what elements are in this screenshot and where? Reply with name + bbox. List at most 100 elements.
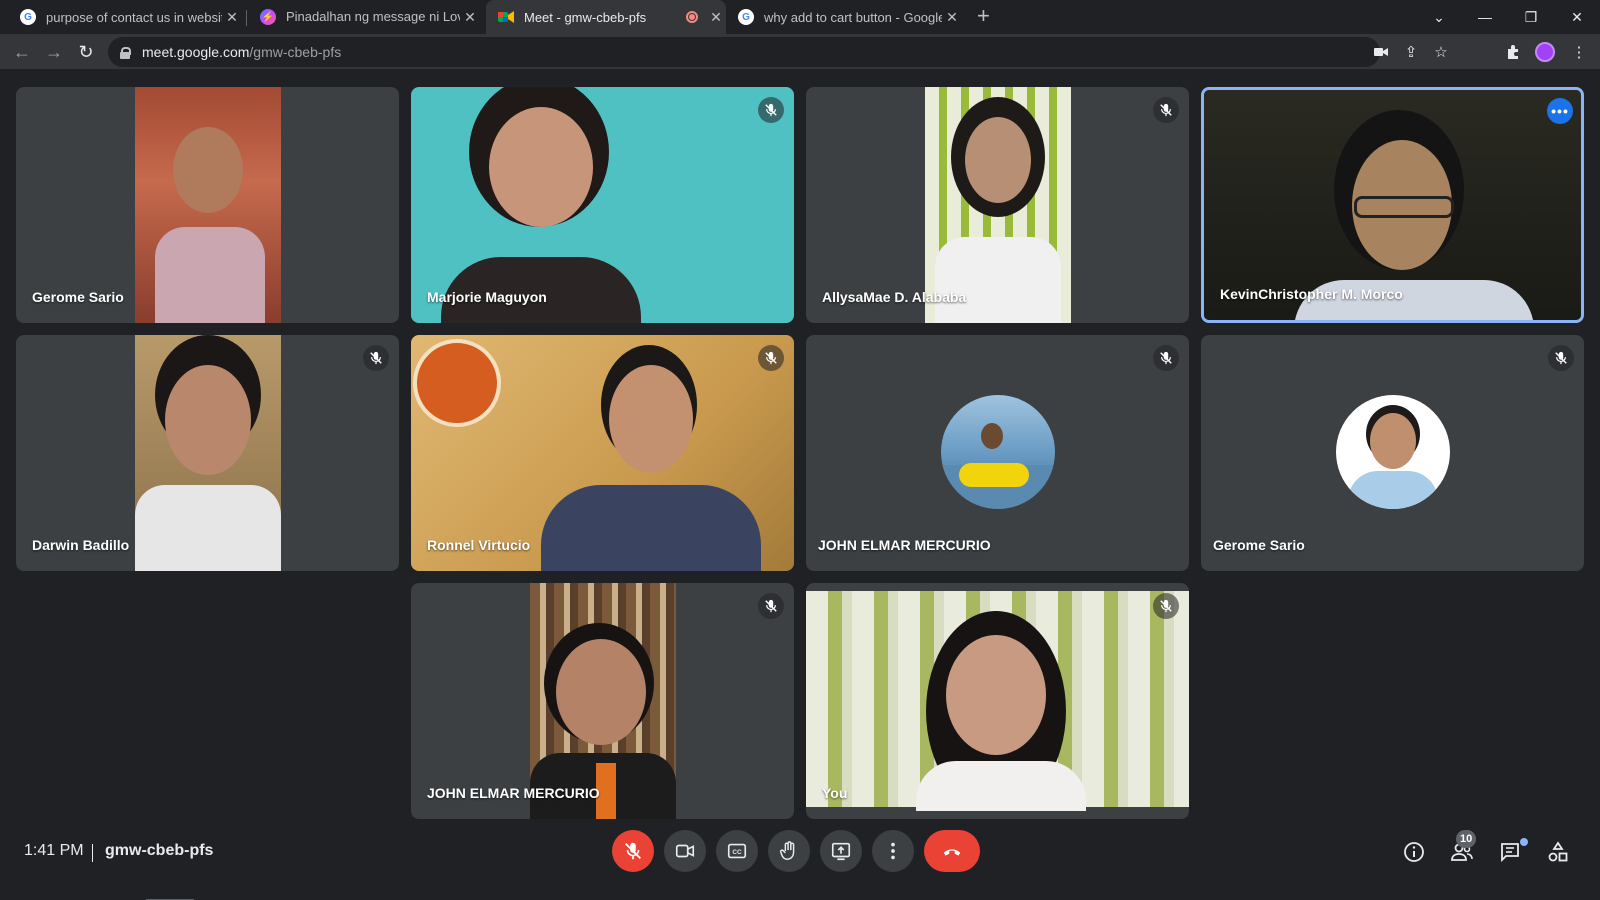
participant-tile[interactable]: JOHN ELMAR MERCURIO	[806, 335, 1189, 571]
participant-tile-self[interactable]: You	[806, 583, 1189, 819]
profile-avatar[interactable]	[1534, 41, 1556, 63]
address-bar[interactable]: meet.google.com/gmw-cbeb-pfs ⇪ ☆	[108, 37, 1448, 67]
activities-icon	[1548, 841, 1568, 862]
mic-off-icon	[1153, 345, 1179, 371]
restore-icon[interactable]: ❐	[1508, 0, 1554, 34]
browser-menu-icon[interactable]: ⋮	[1568, 41, 1590, 63]
video-feed	[806, 591, 1189, 811]
video-feed	[411, 87, 794, 323]
participant-face	[173, 127, 243, 213]
lock-icon	[120, 46, 131, 59]
raise-hand-button[interactable]	[768, 830, 810, 872]
participant-name: Gerome Sario	[32, 289, 124, 305]
video-feed	[530, 583, 676, 819]
close-icon[interactable]: ✕	[942, 9, 962, 26]
participant-tile[interactable]: Gerome Sario	[1201, 335, 1584, 571]
meeting-clock: 1:41 PM	[24, 842, 84, 859]
meeting-code: gmw-cbeb-pfs	[105, 842, 214, 859]
meeting-details-button[interactable]	[1400, 838, 1428, 866]
participant-tile[interactable]: Darwin Badillo	[16, 335, 399, 571]
meeting-controls-bar: 1:41 PM gmw-cbeb-pfs CC 10	[0, 822, 1600, 900]
avatar-body	[1347, 471, 1438, 509]
camera-toggle-button[interactable]	[664, 830, 706, 872]
more-vert-icon	[891, 842, 895, 860]
captions-button[interactable]: CC	[716, 830, 758, 872]
more-options-button[interactable]	[872, 830, 914, 872]
info-icon	[1404, 842, 1424, 862]
participant-tile[interactable]: JOHN ELMAR MERCURIO	[411, 583, 794, 819]
divider	[92, 844, 93, 862]
browser-tab[interactable]: ⚡ Pinadalhan ng message ni Love💌 ✕	[252, 0, 480, 34]
activities-button[interactable]	[1544, 838, 1572, 866]
participant-tile[interactable]: Marjorie Maguyon	[411, 87, 794, 323]
hand-icon	[780, 841, 795, 860]
extensions-icon[interactable]	[1503, 41, 1525, 63]
present-screen-button[interactable]	[820, 830, 862, 872]
video-feed	[135, 87, 281, 323]
mic-off-icon	[758, 593, 784, 619]
browser-tab-bar: G purpose of contact us in website ✕ ⚡ P…	[0, 0, 1600, 34]
chat-unread-indicator	[1520, 838, 1528, 846]
mic-off-icon	[1548, 345, 1574, 371]
more-options-icon[interactable]: •••	[1547, 98, 1573, 124]
close-icon[interactable]: ✕	[460, 9, 480, 26]
participant-face	[946, 635, 1046, 755]
mic-off-icon	[1153, 97, 1179, 123]
url-path: /gmw-cbeb-pfs	[249, 44, 342, 60]
participant-name: Marjorie Maguyon	[427, 289, 547, 305]
university-logo	[413, 339, 501, 427]
url-host: meet.google.com	[142, 44, 250, 60]
participant-name: JOHN ELMAR MERCURIO	[427, 785, 600, 801]
new-tab-button[interactable]: +	[977, 5, 990, 27]
participant-name: Darwin Badillo	[32, 537, 130, 553]
svg-text:CC: CC	[732, 849, 742, 856]
participant-tile-active-speaker[interactable]: ••• KevinChristopher M. Morco	[1201, 87, 1584, 323]
close-window-icon[interactable]: ✕	[1554, 0, 1600, 34]
participant-name: AllysaMae D. Alababa	[822, 289, 967, 305]
messenger-icon: ⚡	[260, 9, 276, 25]
tab-title: purpose of contact us in website	[46, 9, 222, 25]
participant-name: JOHN ELMAR MERCURIO	[818, 537, 991, 553]
participant-tile[interactable]: Ronnel Virtucio	[411, 335, 794, 571]
participant-count-badge: 10	[1456, 830, 1477, 848]
avatar-jetski	[958, 463, 1029, 487]
chat-icon	[1501, 843, 1519, 863]
tab-title: Pinadalhan ng message ni Love💌	[286, 9, 460, 24]
close-icon[interactable]: ✕	[222, 9, 242, 26]
participant-name: You	[822, 785, 848, 801]
mic-off-icon	[625, 842, 641, 860]
microphone-toggle-button[interactable]	[612, 830, 654, 872]
participant-name: Gerome Sario	[1213, 537, 1305, 553]
browser-toolbar: ← → ↻ meet.google.com/gmw-cbeb-pfs ⇪ ☆ ⋮	[0, 34, 1600, 70]
mic-off-icon	[1153, 593, 1179, 619]
leave-call-button[interactable]	[924, 830, 980, 872]
reload-icon[interactable]: ↻	[74, 40, 98, 64]
bookmark-star-icon[interactable]: ☆	[1430, 41, 1452, 63]
camera-in-use-icon[interactable]	[1370, 41, 1392, 63]
participant-tile[interactable]: AllysaMae D. Alababa	[806, 87, 1189, 323]
participant-face	[609, 365, 693, 473]
video-feed	[925, 87, 1071, 323]
participant-face	[489, 107, 593, 227]
participant-tile[interactable]: Gerome Sario	[16, 87, 399, 323]
participant-glasses	[1354, 196, 1454, 218]
minimize-icon[interactable]: —	[1462, 0, 1508, 34]
share-icon[interactable]: ⇪	[1400, 41, 1422, 63]
recording-icon	[686, 11, 698, 23]
close-icon[interactable]: ✕	[706, 9, 726, 26]
forward-icon[interactable]: →	[42, 40, 66, 64]
browser-tab[interactable]: G purpose of contact us in website ✕	[12, 0, 242, 34]
mic-off-icon	[363, 345, 389, 371]
hang-up-icon	[943, 849, 961, 856]
tab-title: Meet - gmw-cbeb-pfs	[524, 9, 647, 25]
participant-face	[965, 117, 1031, 203]
browser-tab[interactable]: G why add to cart button - Google ✕	[730, 0, 962, 34]
browser-tab-active[interactable]: Meet - gmw-cbeb-pfs ✕	[486, 0, 726, 34]
tab-separator	[246, 10, 247, 26]
participant-body	[135, 485, 281, 571]
video-camera-icon	[675, 844, 695, 858]
tab-search-icon[interactable]: ⌄	[1416, 0, 1462, 34]
back-icon[interactable]: ←	[10, 40, 34, 64]
participant-name: Ronnel Virtucio	[427, 537, 531, 553]
tab-title: why add to cart button - Google	[764, 9, 942, 25]
